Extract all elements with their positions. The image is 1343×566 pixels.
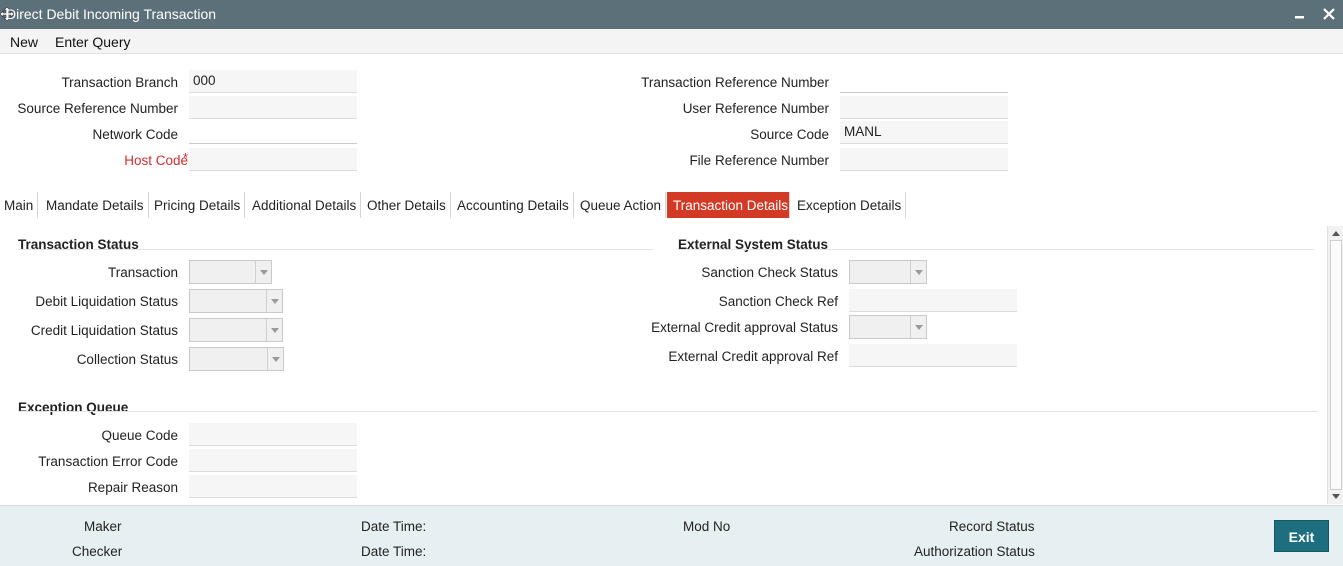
chevron-down-icon: [255, 261, 271, 283]
tab-transaction-details[interactable]: Transaction Details: [667, 192, 790, 218]
queue-code-field[interactable]: [189, 423, 357, 446]
source-code-field[interactable]: MANL: [840, 121, 1008, 144]
new-menu-item[interactable]: New: [10, 34, 38, 50]
tab-pricing-details[interactable]: Pricing Details: [150, 192, 246, 218]
external-credit-approval-status-select[interactable]: [849, 315, 927, 339]
debit-liquidation-status-label: Debit Liquidation Status: [35, 294, 178, 309]
external-credit-approval-ref-field[interactable]: [849, 344, 1017, 367]
source-reference-number-label: Source Reference Number: [17, 101, 178, 116]
user-reference-number-field[interactable]: [840, 96, 1008, 119]
maker-date-time-label: Date Time:: [361, 519, 427, 534]
source-reference-number-field[interactable]: [189, 96, 357, 119]
credit-liquidation-status-label: Credit Liquidation Status: [30, 323, 178, 338]
chevron-down-icon: [266, 319, 282, 341]
tab-additional-details[interactable]: Additional Details: [248, 192, 362, 218]
transaction-error-code-label: Transaction Error Code: [38, 454, 178, 469]
queue-code-label: Queue Code: [101, 428, 178, 443]
audit-footer: Maker Checker Date Time: Date Time: Mod …: [0, 505, 1343, 566]
authorization-status-label: Authorization Status: [914, 544, 1035, 559]
sanction-check-ref-field[interactable]: [849, 289, 1017, 312]
repair-reason-label: Repair Reason: [87, 480, 178, 495]
sanction-check-ref-label: Sanction Check Ref: [718, 294, 838, 309]
tab-main[interactable]: Main: [0, 192, 39, 218]
sanction-check-status-label: Sanction Check Status: [701, 265, 838, 280]
transaction-error-code-field[interactable]: [189, 449, 357, 472]
transaction-select[interactable]: [189, 260, 272, 284]
required-indicator: *: [183, 150, 189, 165]
transaction-reference-number-label: Transaction Reference Number: [641, 75, 829, 90]
host-code-field[interactable]: [189, 148, 357, 171]
divider: [678, 249, 1314, 250]
record-status-label: Record Status: [949, 519, 1035, 534]
tab-bar: Main Mandate Details Pricing Details Add…: [0, 192, 1343, 218]
tab-other-details[interactable]: Other Details: [363, 192, 451, 218]
vertical-scrollbar[interactable]: [1327, 226, 1343, 504]
source-code-label: Source Code: [750, 127, 829, 142]
file-reference-number-label: File Reference Number: [689, 153, 829, 168]
tab-accounting-details[interactable]: Accounting Details: [453, 192, 574, 218]
network-code-label: Network Code: [92, 127, 178, 142]
external-credit-approval-ref-label: External Credit approval Ref: [668, 349, 838, 364]
scroll-up-icon[interactable]: [1332, 231, 1340, 236]
sanction-check-status-select[interactable]: [849, 260, 927, 284]
transaction-reference-number-field[interactable]: [840, 70, 1008, 93]
maker-label: Maker: [84, 519, 122, 534]
host-code-label: Host Code: [124, 153, 188, 168]
tab-exception-details[interactable]: Exception Details: [793, 192, 907, 218]
divider: [18, 411, 1318, 412]
chevron-down-icon: [910, 316, 926, 338]
credit-liquidation-status-select[interactable]: [189, 318, 283, 342]
host-code-label-text: Host Code: [124, 153, 188, 168]
window-title: Direct Debit Incoming Transaction: [6, 6, 217, 22]
external-credit-approval-status-label: External Credit approval Status: [651, 320, 838, 335]
tab-queue-action[interactable]: Queue Action: [576, 192, 667, 218]
exit-button[interactable]: Exit: [1274, 520, 1329, 552]
file-reference-number-field[interactable]: [840, 148, 1008, 171]
enter-query-menu-item[interactable]: Enter Query: [55, 34, 130, 50]
network-code-field[interactable]: [189, 121, 357, 144]
menu-bar: New Enter Query: [0, 29, 1343, 54]
close-icon[interactable]: [1319, 4, 1339, 24]
exception-queue-heading: Exception Queue: [18, 400, 129, 415]
scroll-down-icon[interactable]: [1332, 494, 1340, 499]
transaction-branch-field[interactable]: 000: [189, 70, 357, 93]
debit-liquidation-status-select[interactable]: [189, 289, 283, 313]
collection-status-select[interactable]: [189, 347, 284, 371]
tab-mandate-details[interactable]: Mandate Details: [42, 192, 149, 218]
checker-date-time-label: Date Time:: [361, 544, 427, 559]
mod-no-label: Mod No: [683, 519, 731, 534]
divider: [18, 249, 653, 250]
checker-label: Checker: [72, 544, 123, 559]
window-titlebar: Direct Debit Incoming Transaction: [0, 0, 1343, 29]
transaction-label: Transaction: [107, 265, 178, 280]
minimize-icon[interactable]: [1290, 4, 1310, 24]
user-reference-number-label: User Reference Number: [682, 101, 829, 116]
chevron-down-icon: [267, 348, 283, 370]
scrollbar-thumb[interactable]: [1330, 240, 1342, 490]
chevron-down-icon: [266, 290, 282, 312]
collection-status-label: Collection Status: [76, 352, 178, 367]
repair-reason-field[interactable]: [189, 475, 357, 498]
transaction-branch-label: Transaction Branch: [61, 75, 178, 90]
chevron-down-icon: [910, 261, 926, 283]
